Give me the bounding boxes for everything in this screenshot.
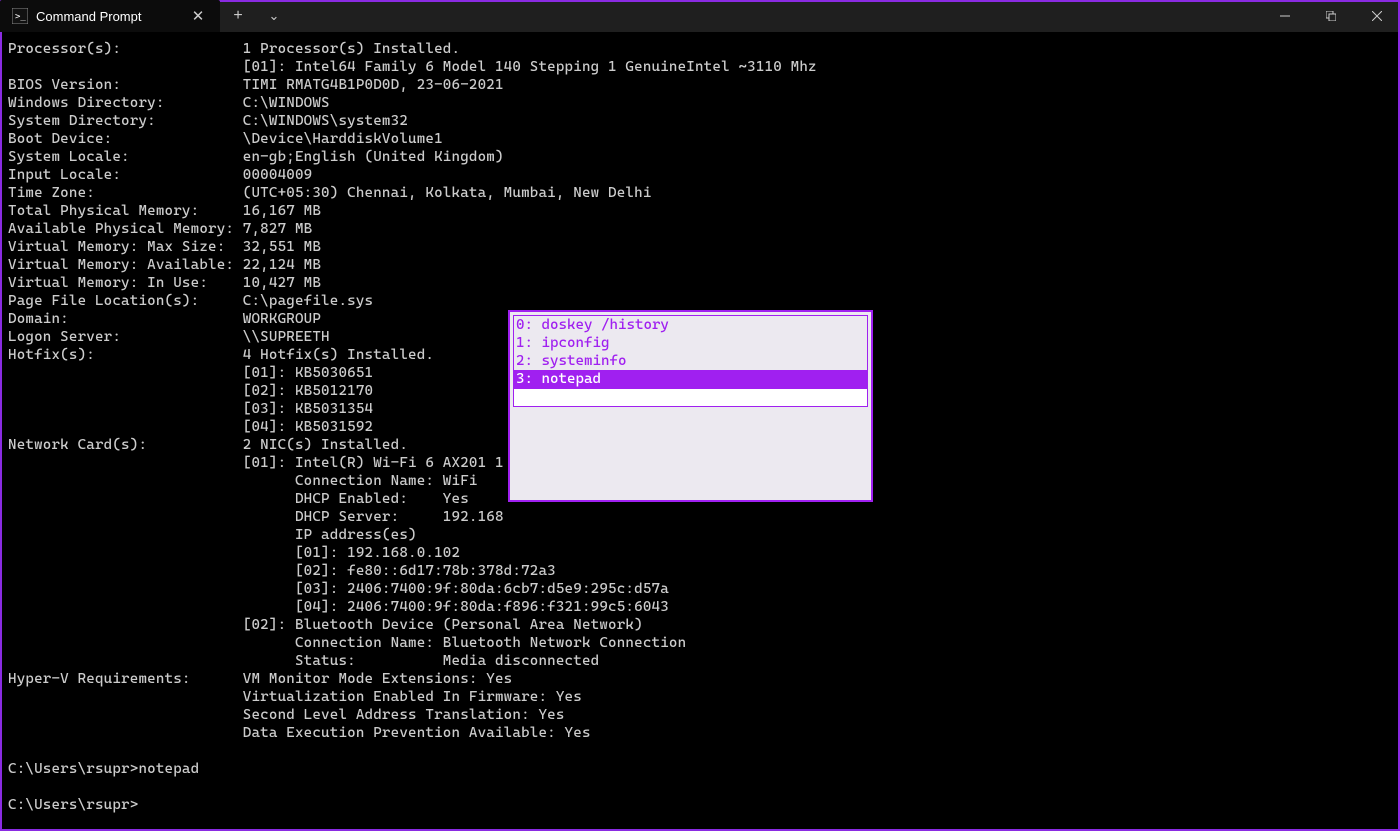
window-controls (1262, 0, 1400, 32)
history-item[interactable]: 3: notepad (514, 370, 867, 388)
terminal-tab[interactable]: >_ Command Prompt ✕ (0, 0, 220, 32)
history-listbox[interactable]: 0: doskey /history1: ipconfig2: systemin… (513, 315, 868, 407)
maximize-button[interactable] (1308, 0, 1354, 32)
history-item[interactable]: 2: systeminfo (514, 352, 867, 370)
title-bar: >_ Command Prompt ✕ + ⌄ (0, 0, 1400, 32)
tab-close-button[interactable]: ✕ (188, 6, 208, 26)
command-history-popup: 0: doskey /history1: ipconfig2: systemin… (508, 310, 873, 502)
cmd-icon: >_ (12, 8, 28, 24)
tab-title: Command Prompt (36, 9, 141, 24)
titlebar-drag-area[interactable] (292, 0, 1262, 32)
new-tab-button[interactable]: + (220, 0, 256, 32)
tab-actions: + ⌄ (220, 0, 292, 32)
svg-text:>_: >_ (15, 12, 26, 22)
close-window-button[interactable] (1354, 0, 1400, 32)
tab-dropdown-button[interactable]: ⌄ (256, 0, 292, 32)
history-popup-padding (513, 407, 868, 497)
history-input-line[interactable] (514, 388, 867, 406)
history-item[interactable]: 1: ipconfig (514, 334, 867, 352)
minimize-button[interactable] (1262, 0, 1308, 32)
history-item[interactable]: 0: doskey /history (514, 316, 867, 334)
